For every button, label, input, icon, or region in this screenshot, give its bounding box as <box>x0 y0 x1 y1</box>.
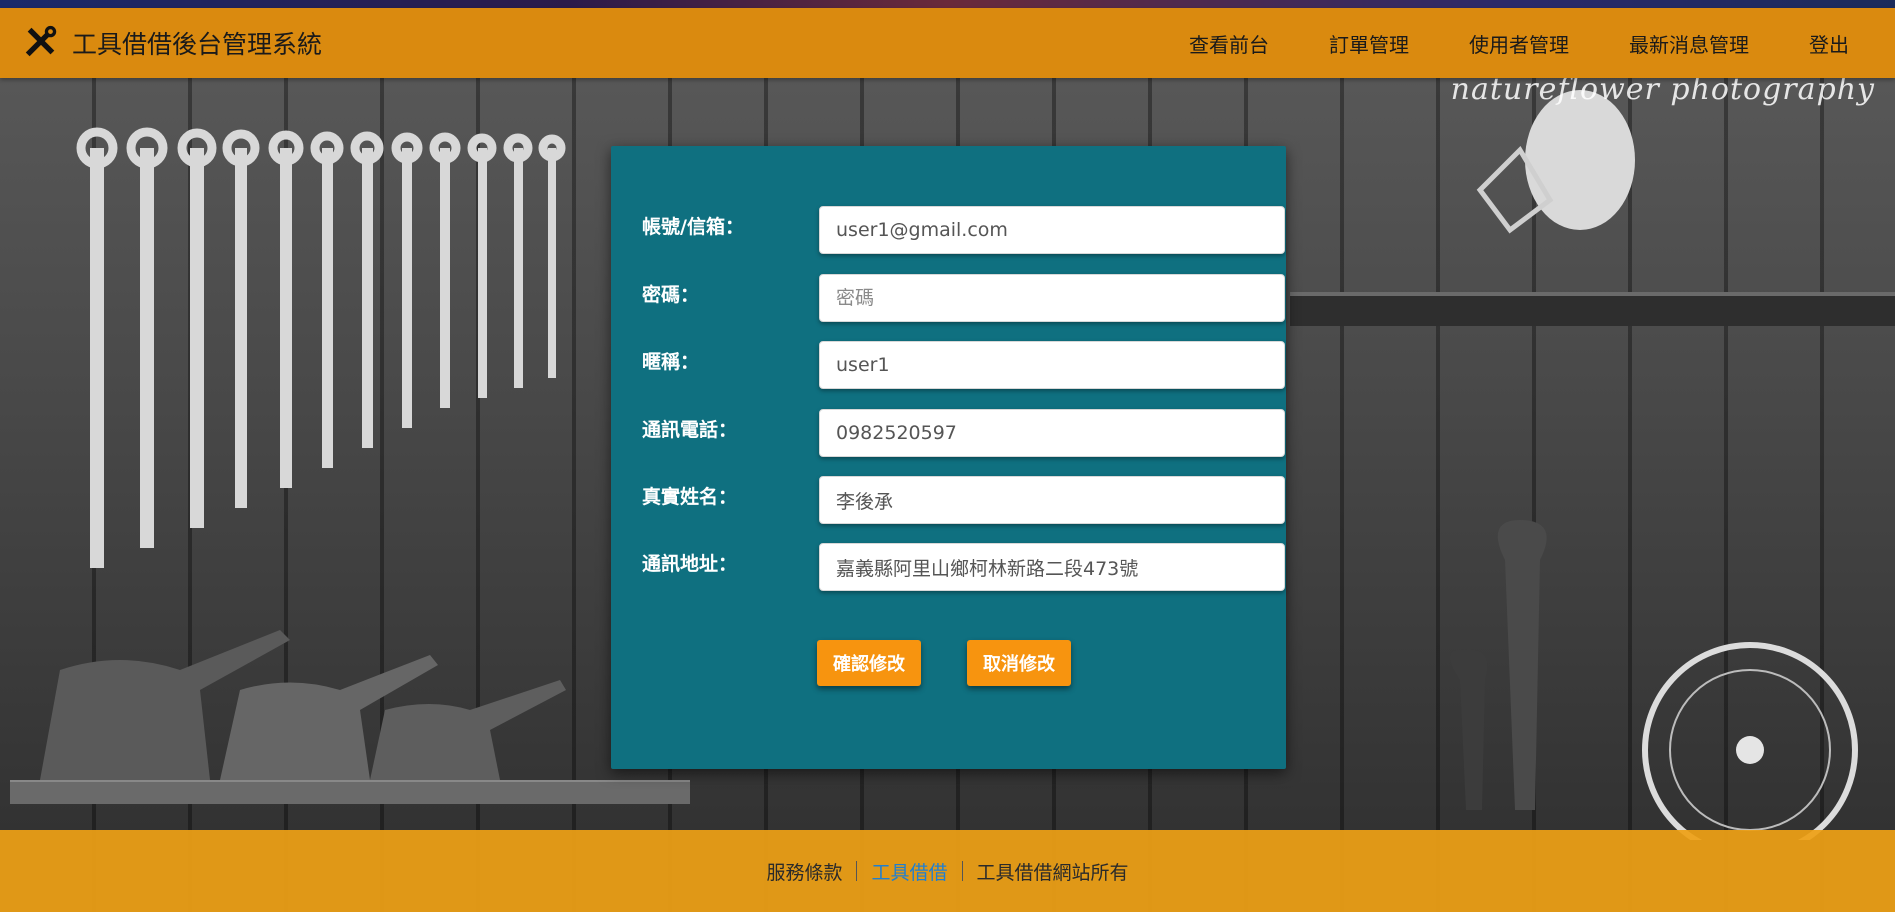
shelf-left <box>10 780 690 804</box>
address-field[interactable] <box>819 543 1285 591</box>
cancel-edit-button[interactable]: 取消修改 <box>967 640 1071 686</box>
address-label: 通訊地址： <box>642 553 738 575</box>
real-name-label: 真實姓名： <box>642 486 738 508</box>
browser-top-strip <box>0 0 1895 8</box>
footer: 服務條款 工具借借 工具借借網站所有 <box>0 830 1895 912</box>
nickname-field[interactable] <box>819 341 1285 389</box>
nav-news-management[interactable]: 最新消息管理 <box>1599 29 1779 58</box>
brand-title: 工具借借後台管理系統 <box>72 30 323 59</box>
form-row-account: 帳號/信箱： <box>631 206 1285 254</box>
nav-order-management[interactable]: 訂單管理 <box>1299 29 1439 58</box>
page: natureflower photography 工具借借後台管理系統 查看前台… <box>0 0 1895 912</box>
brand[interactable]: 工具借借後台管理系統 <box>22 8 322 78</box>
account-email-field[interactable] <box>819 206 1285 254</box>
footer-copyright: 工具借借網站所有 <box>976 861 1129 884</box>
nickname-label: 暱稱： <box>642 351 700 373</box>
shelf-right <box>1290 292 1895 326</box>
footer-brand-link[interactable]: 工具借借 <box>857 858 961 885</box>
form-row-phone: 通訊電話： <box>631 409 1285 457</box>
form-row-password: 密碼： <box>631 274 1285 322</box>
nav-view-frontend[interactable]: 查看前台 <box>1159 29 1299 58</box>
password-field[interactable] <box>819 274 1285 322</box>
nav-logout[interactable]: 登出 <box>1779 29 1895 58</box>
oil-cans-illustration <box>40 630 566 780</box>
footer-terms-link[interactable]: 服務條款 <box>752 858 856 885</box>
main-nav: 查看前台 訂單管理 使用者管理 最新消息管理 登出 <box>1159 8 1895 78</box>
confirm-edit-button[interactable]: 確認修改 <box>817 640 921 686</box>
fan-illustration <box>1642 642 1858 840</box>
top-navbar: 工具借借後台管理系統 查看前台 訂單管理 使用者管理 最新消息管理 登出 <box>0 8 1895 78</box>
form-row-address: 通訊地址： <box>631 543 1285 591</box>
password-label: 密碼： <box>642 284 700 306</box>
phone-field[interactable] <box>819 409 1285 457</box>
form-row-real-name: 真實姓名： <box>631 476 1285 524</box>
form-row-nickname: 暱稱： <box>631 341 1285 389</box>
phone-label: 通訊電話： <box>642 419 738 441</box>
user-edit-form: 帳號/信箱： 密碼： 暱稱： 通訊電話： 真實姓名： 通訊地址： 確認修改 取消… <box>611 146 1286 769</box>
nav-user-management[interactable]: 使用者管理 <box>1439 29 1599 58</box>
tools-icon <box>25 25 57 57</box>
horns-illustration <box>1450 520 1547 810</box>
account-label: 帳號/信箱： <box>642 216 744 238</box>
real-name-field[interactable] <box>819 476 1285 524</box>
